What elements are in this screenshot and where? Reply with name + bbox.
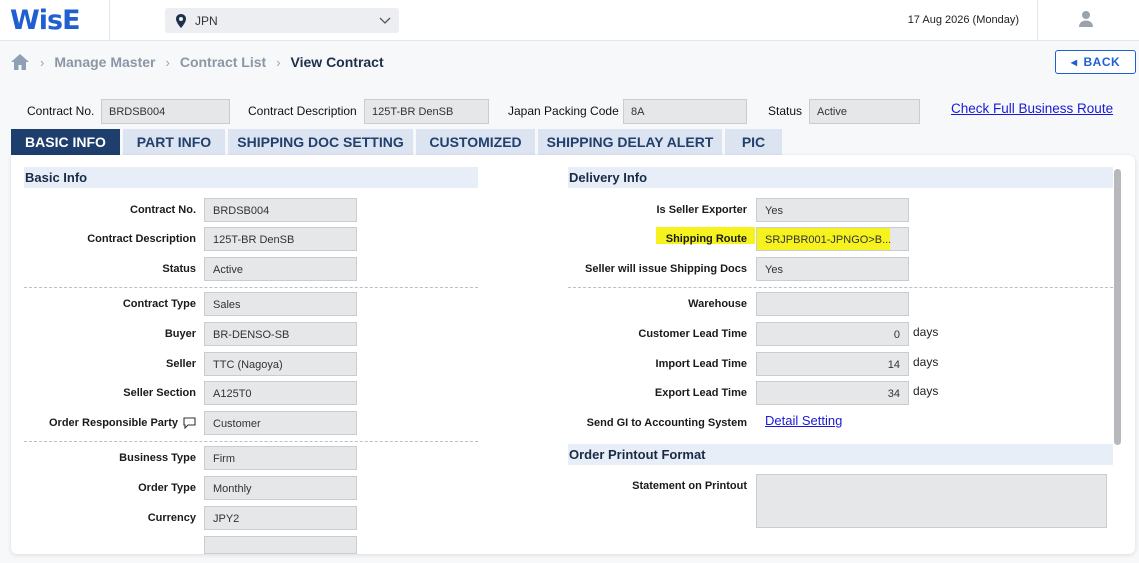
shipping-route-value: SRJPBR001-JPNGO>B... bbox=[756, 227, 909, 251]
seller-section-value: A125T0 bbox=[204, 381, 357, 405]
caret-left-icon: ◀ bbox=[1070, 57, 1078, 67]
customer-lead-time-value: 0 bbox=[756, 322, 909, 346]
breadcrumb-contract-list[interactable]: Contract List bbox=[180, 54, 266, 70]
days-unit: days bbox=[913, 325, 939, 339]
field-label: Buyer bbox=[164, 328, 196, 340]
seller-issue-docs-value: Yes bbox=[756, 257, 909, 281]
content-panel: Basic Info Contract No. BRDSB004 Contrac… bbox=[11, 155, 1135, 554]
contract-description-value: 125T-BR DenSB bbox=[204, 227, 357, 251]
divider bbox=[109, 0, 110, 40]
breadcrumb: › Manage Master › Contract List › View C… bbox=[10, 52, 384, 72]
chevron-right-icon: › bbox=[40, 54, 45, 70]
shipping-route-text: SRJPBR001-JPNGO>B... bbox=[765, 234, 892, 246]
region-select[interactable]: JPN bbox=[165, 8, 399, 33]
app-logo[interactable]: WisE bbox=[10, 4, 81, 36]
detail-setting-link[interactable]: Detail Setting bbox=[765, 413, 842, 428]
field-label: Export Lead Time bbox=[654, 387, 747, 399]
order-printout-heading: Order Printout Format bbox=[568, 444, 1113, 465]
field-label: Business Type bbox=[119, 452, 196, 464]
currency-value: JPY2 bbox=[204, 506, 357, 530]
back-button[interactable]: ◀ BACK bbox=[1055, 50, 1136, 74]
tab-part-info[interactable]: PART INFO bbox=[123, 129, 225, 155]
user-icon[interactable] bbox=[1078, 10, 1094, 28]
contract-no-field: BRDSB004 bbox=[101, 99, 230, 124]
packing-code-field: 8A bbox=[623, 99, 747, 124]
comment-icon[interactable] bbox=[183, 417, 196, 429]
back-label: BACK bbox=[1083, 55, 1121, 69]
field-label: Order Responsible Party bbox=[49, 417, 178, 429]
contract-desc-label: Contract Description bbox=[248, 104, 357, 118]
statement-on-printout-value bbox=[756, 474, 1107, 528]
tab-shipping-delay-alert[interactable]: SHIPPING DELAY ALERT bbox=[538, 129, 722, 155]
days-unit: days bbox=[913, 355, 939, 369]
business-type-value: Firm bbox=[204, 446, 357, 470]
chevron-down-icon bbox=[379, 17, 391, 24]
warehouse-value bbox=[756, 292, 909, 316]
contract-desc-field: 125T-BR DenSB bbox=[364, 99, 489, 124]
tab-customized[interactable]: CUSTOMIZED bbox=[416, 129, 535, 155]
breadcrumb-manage-master[interactable]: Manage Master bbox=[54, 54, 155, 70]
field-label: Is Seller Exporter bbox=[656, 204, 748, 216]
field-label: Contract No. bbox=[130, 204, 196, 216]
packing-code-label: Japan Packing Code bbox=[508, 104, 619, 118]
logo-text: WisE bbox=[10, 4, 81, 36]
contract-no-label: Contract No. bbox=[27, 104, 95, 118]
order-responsible-party-value: Customer bbox=[204, 411, 357, 435]
home-icon[interactable] bbox=[10, 53, 30, 71]
field-label: Contract Type bbox=[122, 298, 196, 310]
delivery-info-heading: Delivery Info bbox=[568, 167, 1113, 188]
field-label: Contract Description bbox=[87, 233, 196, 245]
location-pin-icon bbox=[176, 13, 186, 28]
tab-basic-info[interactable]: BASIC INFO bbox=[11, 129, 120, 155]
field-label: Send GI to Accounting System bbox=[586, 417, 747, 429]
days-unit: days bbox=[913, 384, 939, 398]
field-label: Order Type bbox=[138, 482, 196, 494]
chevron-right-icon: › bbox=[276, 54, 281, 70]
status-value: Active bbox=[204, 257, 357, 281]
field-label: Status bbox=[162, 263, 196, 275]
section-divider bbox=[24, 287, 478, 288]
divider bbox=[1037, 0, 1038, 40]
field-label: Customer Lead Time bbox=[638, 328, 747, 340]
tab-pic[interactable]: PIC bbox=[725, 129, 782, 155]
next-field-value bbox=[204, 536, 357, 554]
import-lead-time-value: 14 bbox=[756, 352, 909, 376]
field-label: Seller Section bbox=[123, 387, 196, 399]
field-label: Seller bbox=[166, 358, 196, 370]
contract-type-value: Sales bbox=[204, 292, 357, 316]
status-field: Active bbox=[809, 99, 920, 124]
export-lead-time-value: 34 bbox=[756, 381, 909, 405]
order-type-value: Monthly bbox=[204, 476, 357, 500]
field-label: Statement on Printout bbox=[632, 480, 747, 492]
status-label: Status bbox=[768, 104, 803, 118]
field-label: Import Lead Time bbox=[655, 358, 747, 370]
region-value: JPN bbox=[195, 13, 218, 28]
field-label: Warehouse bbox=[688, 298, 747, 310]
basic-info-heading: Basic Info bbox=[24, 167, 478, 188]
page-title: View Contract bbox=[290, 54, 384, 70]
chevron-right-icon: › bbox=[165, 54, 170, 70]
check-full-business-route-link[interactable]: Check Full Business Route bbox=[951, 101, 1113, 116]
tab-bar: BASIC INFO PART INFO SHIPPING DOC SETTIN… bbox=[11, 129, 782, 155]
contract-no-value: BRDSB004 bbox=[204, 198, 357, 222]
field-label: Shipping Route bbox=[665, 233, 747, 245]
is-seller-exporter-value: Yes bbox=[756, 198, 909, 222]
seller-value: TTC (Nagoya) bbox=[204, 352, 357, 376]
field-label: Seller will issue Shipping Docs bbox=[585, 263, 747, 275]
tab-shipping-doc-setting[interactable]: SHIPPING DOC SETTING bbox=[228, 129, 413, 155]
current-date: 17 Aug 2026 (Monday) bbox=[907, 14, 1019, 26]
top-bar: WisE JPN 17 Aug 2026 (Monday) bbox=[0, 0, 1139, 41]
section-divider bbox=[24, 441, 478, 442]
buyer-value: BR-DENSO-SB bbox=[204, 322, 357, 346]
field-label: Currency bbox=[147, 512, 196, 524]
scrollbar-thumb[interactable] bbox=[1114, 169, 1121, 445]
section-divider bbox=[568, 287, 1113, 288]
